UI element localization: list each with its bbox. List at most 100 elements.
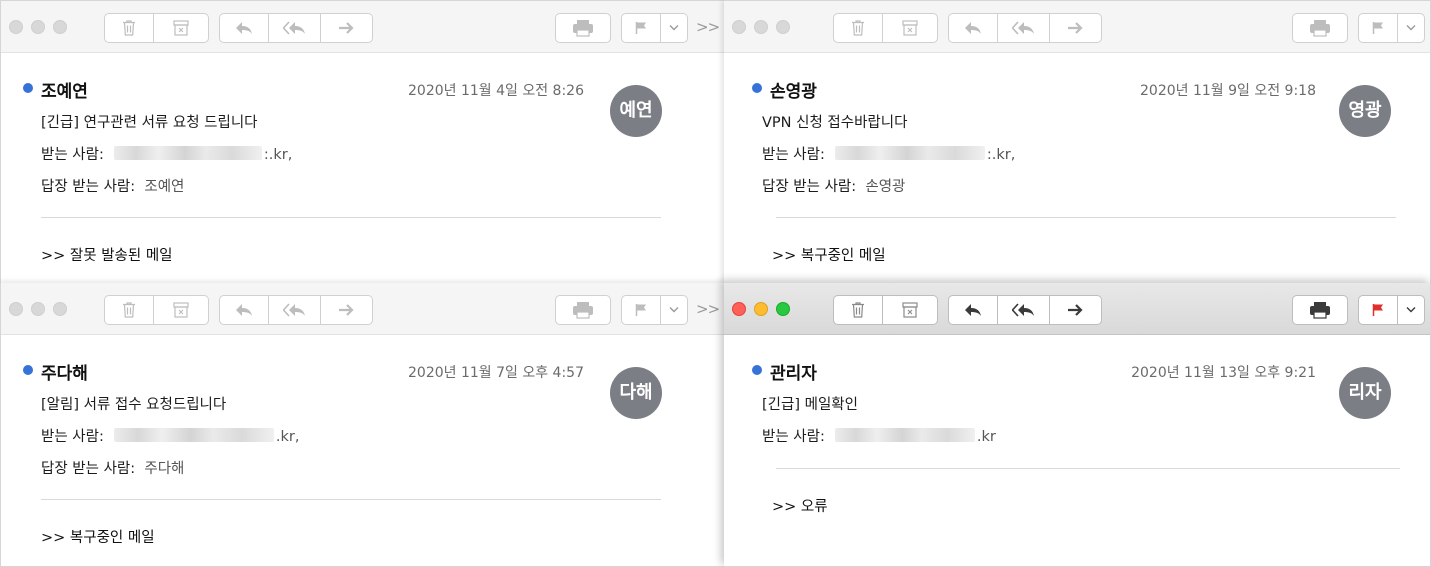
- print-button[interactable]: [555, 295, 611, 325]
- minimize-button[interactable]: [31, 302, 45, 316]
- mail-window-1: >> 조예연 2020년 11월 4일 오전 8:26 예연 [긴급] 연구관련…: [0, 0, 724, 283]
- toolbar-overflow-button[interactable]: >>: [696, 300, 720, 318]
- delete-button[interactable]: [833, 13, 883, 43]
- print-button[interactable]: [1292, 13, 1348, 43]
- forward-button[interactable]: [1050, 13, 1102, 43]
- archive-button[interactable]: [154, 295, 209, 325]
- forward-button[interactable]: [321, 295, 373, 325]
- reply-all-button[interactable]: [998, 295, 1050, 325]
- forward-button[interactable]: [1050, 295, 1102, 325]
- close-button[interactable]: [732, 20, 746, 34]
- flag-icon: [635, 304, 646, 316]
- forward-icon: [1067, 22, 1083, 34]
- to-value[interactable]: :.kr,: [264, 147, 292, 163]
- reply-to-field: 답장 받는 사람: 주다해: [41, 457, 184, 478]
- toolbar-overflow-button[interactable]: >>: [696, 18, 720, 36]
- mail-window-4: 관리자 2020년 11월 13일 오후 9:21 리자 [긴급] 메일확인 받…: [724, 283, 1431, 567]
- message-body: >> 복구중인 메일: [772, 248, 886, 264]
- unread-dot: [23, 83, 33, 93]
- flag-menu-button[interactable]: [1398, 295, 1425, 325]
- reply-button[interactable]: [948, 13, 998, 43]
- print-icon: [573, 20, 593, 37]
- reply-to-label: 답장 받는 사람:: [762, 179, 857, 195]
- print-icon: [1310, 20, 1330, 37]
- reply-to-label: 답장 받는 사람:: [41, 461, 136, 477]
- minimize-button[interactable]: [754, 20, 768, 34]
- close-button[interactable]: [732, 302, 746, 316]
- reply-all-button[interactable]: [269, 13, 321, 43]
- to-value[interactable]: .kr: [977, 429, 996, 445]
- reply-icon: [236, 22, 252, 34]
- archive-button[interactable]: [883, 295, 938, 325]
- zoom-button[interactable]: [776, 302, 790, 316]
- unread-dot: [23, 365, 33, 375]
- reply-all-icon: [1011, 21, 1034, 35]
- flag-icon: [635, 22, 646, 34]
- header-divider: [41, 217, 661, 218]
- to-label: 받는 사람:: [762, 147, 825, 163]
- print-button[interactable]: [555, 13, 611, 43]
- delete-button[interactable]: [104, 13, 154, 43]
- print-icon: [573, 302, 593, 319]
- message-date: 2020년 11월 13일 오후 9:21: [1131, 365, 1316, 381]
- flag-icon: [1372, 304, 1383, 316]
- print-button[interactable]: [1292, 295, 1348, 325]
- mail-window-3: >> 주다해 2020년 11월 7일 오후 4:57 다해 [알림] 서류 접…: [0, 283, 724, 567]
- archive-icon: [902, 302, 918, 318]
- flag-button[interactable]: [1358, 13, 1398, 43]
- zoom-button[interactable]: [776, 20, 790, 34]
- reply-button[interactable]: [219, 295, 269, 325]
- reply-to-value[interactable]: 손영광: [865, 179, 905, 195]
- flag-menu-button[interactable]: [1398, 13, 1425, 43]
- delete-button[interactable]: [833, 295, 883, 325]
- message-body: >> 잘못 발송된 메일: [41, 248, 173, 264]
- message-body: >> 복구중인 메일: [41, 530, 155, 546]
- reply-to-field: 답장 받는 사람: 손영광: [762, 175, 905, 196]
- reply-button[interactable]: [948, 295, 998, 325]
- chevron-down-icon: [669, 307, 679, 313]
- forward-button[interactable]: [321, 13, 373, 43]
- mail-window-2: 손영광 2020년 11월 9일 오전 9:18 영광 VPN 신청 접수바랍니…: [724, 0, 1431, 283]
- header-divider: [776, 468, 1400, 469]
- avatar: 리자: [1339, 367, 1391, 419]
- sender-name: 주다해: [41, 364, 88, 384]
- zoom-button[interactable]: [53, 20, 67, 34]
- to-field: 받는 사람: :.kr,: [762, 143, 1015, 164]
- reply-to-value[interactable]: 조예연: [144, 179, 184, 195]
- forward-icon: [1067, 304, 1083, 316]
- avatar: 영광: [1339, 85, 1391, 137]
- to-value[interactable]: :.kr,: [987, 147, 1015, 163]
- chevron-down-icon: [669, 25, 679, 31]
- close-button[interactable]: [9, 302, 23, 316]
- trash-icon: [123, 302, 135, 318]
- archive-button[interactable]: [883, 13, 938, 43]
- trash-icon: [852, 302, 864, 318]
- flag-menu-button[interactable]: [661, 13, 688, 43]
- forward-icon: [338, 304, 354, 316]
- reply-all-button[interactable]: [998, 13, 1050, 43]
- delete-button[interactable]: [104, 295, 154, 325]
- toolbar: >>: [1, 1, 724, 53]
- toolbar: >>: [1, 283, 724, 335]
- minimize-button[interactable]: [31, 20, 45, 34]
- flag-button[interactable]: [621, 295, 661, 325]
- header-divider: [776, 217, 1396, 218]
- reply-icon: [965, 22, 981, 34]
- reply-to-value[interactable]: 주다해: [144, 461, 184, 477]
- archive-button[interactable]: [154, 13, 209, 43]
- header-divider: [41, 499, 661, 500]
- reply-all-icon: [282, 303, 305, 317]
- message-date: 2020년 11월 7일 오후 4:57: [408, 365, 584, 381]
- to-value[interactable]: .kr,: [276, 429, 300, 445]
- forward-icon: [338, 22, 354, 34]
- flag-button[interactable]: [621, 13, 661, 43]
- archive-icon: [902, 20, 918, 36]
- minimize-button[interactable]: [754, 302, 768, 316]
- close-button[interactable]: [9, 20, 23, 34]
- zoom-button[interactable]: [53, 302, 67, 316]
- reply-button[interactable]: [219, 13, 269, 43]
- redacted-address: [113, 146, 262, 160]
- flag-button[interactable]: [1358, 295, 1398, 325]
- reply-all-button[interactable]: [269, 295, 321, 325]
- flag-menu-button[interactable]: [661, 295, 688, 325]
